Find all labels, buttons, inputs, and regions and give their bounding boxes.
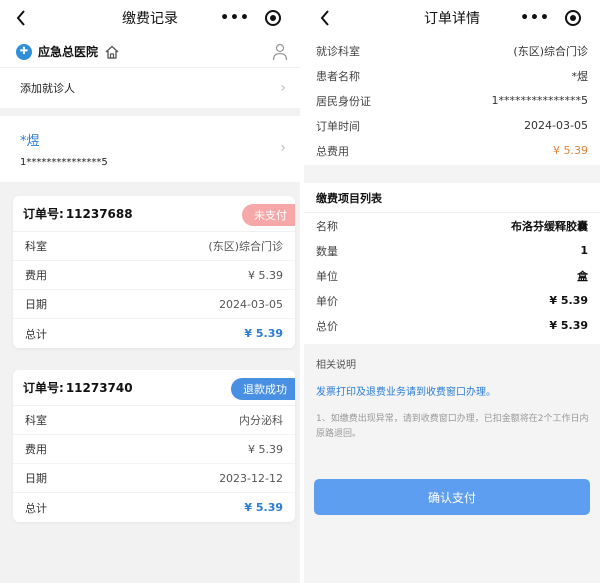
order-number: 11237688 bbox=[65, 206, 133, 221]
confirm-payment-button[interactable]: 确认支付 bbox=[314, 479, 590, 515]
info-row-id-card: 居民身份证 1***************5 bbox=[316, 94, 588, 108]
order-detail-screen: 订单详情 ••• 就诊科室 (东区)综合门诊 患者名称 *煜 居民身份证 1*****… bbox=[304, 0, 600, 583]
status-badge-refunded: 退款成功 bbox=[231, 378, 295, 400]
close-miniapp-icon[interactable] bbox=[254, 10, 292, 26]
order-row-department: 科室 (东区)综合门诊 bbox=[13, 232, 295, 261]
mini-program-capsule: ••• bbox=[216, 5, 292, 31]
order-row-fee: 费用 ¥ 5.39 bbox=[13, 261, 295, 290]
page-title: 订单详情 bbox=[424, 11, 480, 27]
patient-card[interactable]: *煜 1***************5 › bbox=[0, 116, 300, 182]
order-card[interactable]: 订单号: 11273740 退款成功 科室 内分泌科 费用 ¥ 5.39 日期 202… bbox=[13, 370, 295, 522]
hospital-name: 应急总医院 bbox=[38, 45, 99, 59]
patient-id: 1***************5 bbox=[20, 157, 108, 168]
item-row-quantity: 数量 1 bbox=[316, 244, 588, 258]
info-row-order-time: 订单时间 2024-03-05 bbox=[316, 119, 588, 133]
notes-title: 相关说明 bbox=[316, 360, 356, 371]
mini-program-capsule: ••• bbox=[516, 5, 592, 31]
order-card[interactable]: 订单号: 11237688 未支付 科室 (东区)综合门诊 费用 ¥ 5.39 日期… bbox=[13, 196, 295, 348]
patient-name: *煜 bbox=[20, 134, 40, 149]
add-patient-label: 添加就诊人 bbox=[20, 82, 75, 95]
chevron-right-icon: › bbox=[280, 140, 286, 156]
back-icon[interactable] bbox=[316, 6, 334, 30]
order-header: 订单号: 11273740 退款成功 bbox=[13, 370, 295, 406]
more-menu-icon[interactable]: ••• bbox=[516, 10, 554, 26]
more-menu-icon[interactable]: ••• bbox=[216, 10, 254, 26]
order-number-label: 订单号: bbox=[23, 207, 64, 221]
nav-bar: 订单详情 ••• bbox=[304, 0, 600, 36]
nav-bar: 缴费记录 ••• bbox=[0, 0, 300, 36]
payment-records-screen: 缴费记录 ••• ✚ 应急总医院 添加就诊人 › *煜 1***********… bbox=[0, 0, 300, 583]
info-row-department: 就诊科室 (东区)综合门诊 bbox=[316, 44, 588, 58]
page-title: 缴费记录 bbox=[122, 11, 178, 27]
add-patient-row[interactable]: 添加就诊人 › bbox=[0, 68, 300, 108]
item-row-name: 名称 布洛芬缓释胶囊 bbox=[316, 219, 588, 233]
info-row-total-fee: 总费用 ¥ 5.39 bbox=[316, 144, 588, 158]
user-profile-icon[interactable] bbox=[272, 43, 288, 61]
back-icon[interactable] bbox=[12, 6, 30, 30]
payment-items: 缴费项目列表 名称 布洛芬缓释胶囊 数量 1 单位盒 单价 ¥ 5.39 总价 ¥ 5.… bbox=[304, 183, 600, 344]
order-row-date: 日期 2024-03-05 bbox=[13, 290, 295, 319]
payment-items-title: 缴费项目列表 bbox=[304, 183, 600, 213]
order-info: 就诊科室 (东区)综合门诊 患者名称 *煜 居民身份证 1**************… bbox=[304, 36, 600, 165]
info-row-patient-name: 患者名称 *煜 bbox=[316, 69, 588, 83]
item-row-total-price: 总价 ¥ 5.39 bbox=[316, 319, 588, 333]
home-icon[interactable] bbox=[104, 44, 120, 60]
hospital-bar: ✚ 应急总医院 bbox=[0, 36, 300, 68]
order-row-total: 总计 ¥ 5.39 bbox=[25, 327, 283, 341]
close-miniapp-icon[interactable] bbox=[554, 10, 592, 26]
order-row-date: 日期 2023-12-12 bbox=[13, 464, 295, 493]
status-badge-unpaid: 未支付 bbox=[242, 204, 295, 226]
item-row-unit-price: 单价 ¥ 5.39 bbox=[316, 294, 588, 308]
invoice-refund-link[interactable]: 发票打印及退费业务请到收费窗口办理。 bbox=[316, 383, 588, 398]
order-header: 订单号: 11237688 未支付 bbox=[13, 196, 295, 232]
order-row-department: 科室 内分泌科 bbox=[13, 406, 295, 435]
item-row-unit: 单位盒 bbox=[316, 269, 588, 283]
hospital-logo-icon: ✚ bbox=[16, 43, 32, 60]
order-number-label: 订单号: bbox=[23, 381, 64, 395]
notes-section: 相关说明 发票打印及退费业务请到收费窗口办理。 1、如缴费出现异常，请到收费窗口… bbox=[304, 344, 600, 450]
notes-text: 1、如缴费出现异常，请到收费窗口办理，已扣金额将在2个工作日内原路退回。 bbox=[316, 414, 589, 439]
order-row-fee: 费用 ¥ 5.39 bbox=[13, 435, 295, 464]
chevron-right-icon: › bbox=[280, 80, 286, 96]
order-number: 11273740 bbox=[65, 380, 133, 395]
order-row-total: 总计 ¥ 5.39 bbox=[25, 501, 283, 515]
